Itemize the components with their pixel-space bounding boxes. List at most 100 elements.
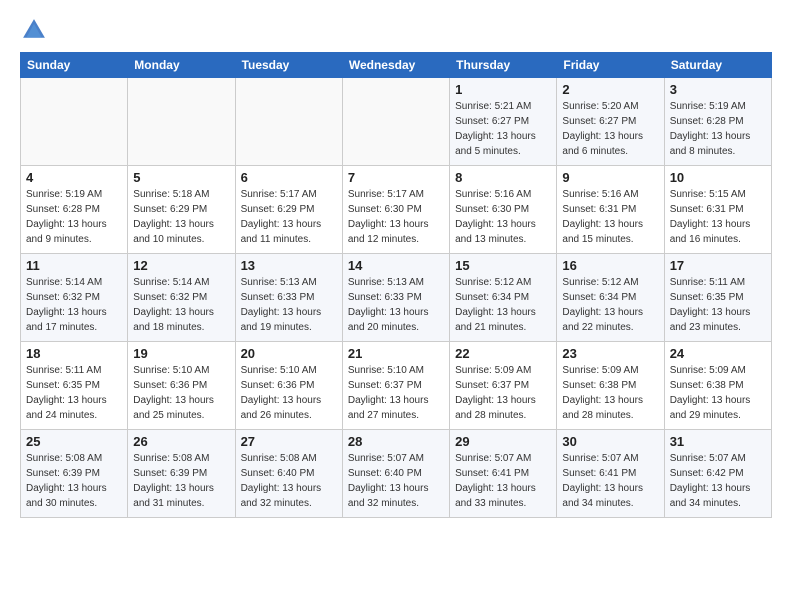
day-number: 10 (670, 170, 766, 185)
calendar-week-row: 25 Sunrise: 5:08 AMSunset: 6:39 PMDayligh… (21, 430, 772, 518)
day-detail: Sunrise: 5:07 AMSunset: 6:41 PMDaylight:… (455, 451, 551, 511)
day-number: 14 (348, 258, 444, 273)
calendar-cell: 12 Sunrise: 5:14 AMSunset: 6:32 PMDayligh… (128, 254, 235, 342)
day-number: 4 (26, 170, 122, 185)
calendar-cell: 14 Sunrise: 5:13 AMSunset: 6:33 PMDayligh… (342, 254, 449, 342)
day-detail: Sunrise: 5:19 AMSunset: 6:28 PMDaylight:… (26, 187, 122, 247)
header (20, 16, 772, 44)
day-number: 21 (348, 346, 444, 361)
calendar-cell: 7Sunrise: 5:17 AMSunset: 6:30 PMDaylight… (342, 166, 449, 254)
day-detail: Sunrise: 5:18 AMSunset: 6:29 PMDaylight:… (133, 187, 229, 247)
calendar-cell: 17 Sunrise: 5:11 AMSunset: 6:35 PMDayligh… (664, 254, 771, 342)
weekday-header-cell: Monday (128, 53, 235, 78)
calendar-cell: 25 Sunrise: 5:08 AMSunset: 6:39 PMDayligh… (21, 430, 128, 518)
day-detail: Sunrise: 5:17 AMSunset: 6:29 PMDaylight:… (241, 187, 337, 247)
day-detail: Sunrise: 5:16 AMSunset: 6:30 PMDaylight:… (455, 187, 551, 247)
calendar-body: 1 Sunrise: 5:21 AMSunset: 6:27 PMDaylight… (21, 78, 772, 518)
day-detail: Sunrise: 5:10 AMSunset: 6:36 PMDaylight:… (241, 363, 337, 423)
day-number: 30 (562, 434, 658, 449)
calendar-cell: 30 Sunrise: 5:07 AMSunset: 6:41 PMDayligh… (557, 430, 664, 518)
calendar-cell: 1 Sunrise: 5:21 AMSunset: 6:27 PMDaylight… (450, 78, 557, 166)
day-number: 11 (26, 258, 122, 273)
day-detail: Sunrise: 5:19 AMSunset: 6:28 PMDaylight:… (670, 99, 766, 159)
calendar-cell: 15 Sunrise: 5:12 AMSunset: 6:34 PMDayligh… (450, 254, 557, 342)
calendar-cell: 27Sunrise: 5:08 AMSunset: 6:40 PMDayligh… (235, 430, 342, 518)
calendar-cell: 24 Sunrise: 5:09 AMSunset: 6:38 PMDayligh… (664, 342, 771, 430)
day-number: 29 (455, 434, 551, 449)
day-detail: Sunrise: 5:21 AMSunset: 6:27 PMDaylight:… (455, 99, 551, 159)
weekday-header-cell: Tuesday (235, 53, 342, 78)
day-detail: Sunrise: 5:13 AMSunset: 6:33 PMDaylight:… (348, 275, 444, 335)
calendar-cell: 5 Sunrise: 5:18 AMSunset: 6:29 PMDaylight… (128, 166, 235, 254)
day-number: 6 (241, 170, 337, 185)
day-number: 22 (455, 346, 551, 361)
calendar-cell: 28Sunrise: 5:07 AMSunset: 6:40 PMDayligh… (342, 430, 449, 518)
day-number: 8 (455, 170, 551, 185)
calendar-cell: 19Sunrise: 5:10 AMSunset: 6:36 PMDayligh… (128, 342, 235, 430)
logo-icon (20, 16, 48, 44)
day-number: 1 (455, 82, 551, 97)
day-number: 12 (133, 258, 229, 273)
calendar-cell: 6 Sunrise: 5:17 AMSunset: 6:29 PMDaylight… (235, 166, 342, 254)
day-number: 26 (133, 434, 229, 449)
day-number: 18 (26, 346, 122, 361)
weekday-header-cell: Wednesday (342, 53, 449, 78)
day-number: 17 (670, 258, 766, 273)
day-number: 23 (562, 346, 658, 361)
calendar-cell: 29 Sunrise: 5:07 AMSunset: 6:41 PMDayligh… (450, 430, 557, 518)
calendar-cell: 31 Sunrise: 5:07 AMSunset: 6:42 PMDayligh… (664, 430, 771, 518)
day-detail: Sunrise: 5:07 AMSunset: 6:41 PMDaylight:… (562, 451, 658, 511)
weekday-header-cell: Thursday (450, 53, 557, 78)
calendar-cell: 20Sunrise: 5:10 AMSunset: 6:36 PMDayligh… (235, 342, 342, 430)
day-detail: Sunrise: 5:16 AMSunset: 6:31 PMDaylight:… (562, 187, 658, 247)
day-detail: Sunrise: 5:08 AMSunset: 6:39 PMDaylight:… (133, 451, 229, 511)
calendar-cell: 2Sunrise: 5:20 AMSunset: 6:27 PMDaylight… (557, 78, 664, 166)
calendar-cell: 22Sunrise: 5:09 AMSunset: 6:37 PMDayligh… (450, 342, 557, 430)
page: SundayMondayTuesdayWednesdayThursdayFrid… (0, 0, 792, 612)
day-detail: Sunrise: 5:09 AMSunset: 6:38 PMDaylight:… (562, 363, 658, 423)
calendar-week-row: 18 Sunrise: 5:11 AMSunset: 6:35 PMDayligh… (21, 342, 772, 430)
calendar-cell: 8 Sunrise: 5:16 AMSunset: 6:30 PMDaylight… (450, 166, 557, 254)
calendar-week-row: 1 Sunrise: 5:21 AMSunset: 6:27 PMDaylight… (21, 78, 772, 166)
day-detail: Sunrise: 5:09 AMSunset: 6:38 PMDaylight:… (670, 363, 766, 423)
day-number: 31 (670, 434, 766, 449)
weekday-header-cell: Saturday (664, 53, 771, 78)
weekday-header-cell: Sunday (21, 53, 128, 78)
day-number: 13 (241, 258, 337, 273)
calendar-cell: 18 Sunrise: 5:11 AMSunset: 6:35 PMDayligh… (21, 342, 128, 430)
calendar-cell (342, 78, 449, 166)
day-number: 19 (133, 346, 229, 361)
calendar-cell: 21Sunrise: 5:10 AMSunset: 6:37 PMDayligh… (342, 342, 449, 430)
day-detail: Sunrise: 5:12 AMSunset: 6:34 PMDaylight:… (562, 275, 658, 335)
calendar-week-row: 11 Sunrise: 5:14 AMSunset: 6:32 PMDayligh… (21, 254, 772, 342)
calendar-cell (235, 78, 342, 166)
day-number: 24 (670, 346, 766, 361)
calendar-week-row: 4 Sunrise: 5:19 AMSunset: 6:28 PMDaylight… (21, 166, 772, 254)
day-number: 9 (562, 170, 658, 185)
day-detail: Sunrise: 5:12 AMSunset: 6:34 PMDaylight:… (455, 275, 551, 335)
day-number: 16 (562, 258, 658, 273)
day-detail: Sunrise: 5:07 AMSunset: 6:40 PMDaylight:… (348, 451, 444, 511)
day-detail: Sunrise: 5:07 AMSunset: 6:42 PMDaylight:… (670, 451, 766, 511)
weekday-header: SundayMondayTuesdayWednesdayThursdayFrid… (21, 53, 772, 78)
calendar-cell: 3Sunrise: 5:19 AMSunset: 6:28 PMDaylight… (664, 78, 771, 166)
weekday-header-cell: Friday (557, 53, 664, 78)
calendar-cell (21, 78, 128, 166)
calendar-cell: 16 Sunrise: 5:12 AMSunset: 6:34 PMDayligh… (557, 254, 664, 342)
logo (20, 16, 52, 44)
day-number: 2 (562, 82, 658, 97)
day-number: 5 (133, 170, 229, 185)
day-detail: Sunrise: 5:08 AMSunset: 6:40 PMDaylight:… (241, 451, 337, 511)
day-number: 25 (26, 434, 122, 449)
day-detail: Sunrise: 5:15 AMSunset: 6:31 PMDaylight:… (670, 187, 766, 247)
calendar-cell: 13Sunrise: 5:13 AMSunset: 6:33 PMDayligh… (235, 254, 342, 342)
day-detail: Sunrise: 5:14 AMSunset: 6:32 PMDaylight:… (133, 275, 229, 335)
calendar-cell: 9 Sunrise: 5:16 AMSunset: 6:31 PMDaylight… (557, 166, 664, 254)
day-detail: Sunrise: 5:11 AMSunset: 6:35 PMDaylight:… (26, 363, 122, 423)
day-detail: Sunrise: 5:11 AMSunset: 6:35 PMDaylight:… (670, 275, 766, 335)
day-number: 15 (455, 258, 551, 273)
day-detail: Sunrise: 5:14 AMSunset: 6:32 PMDaylight:… (26, 275, 122, 335)
calendar-cell: 10 Sunrise: 5:15 AMSunset: 6:31 PMDayligh… (664, 166, 771, 254)
calendar-table: SundayMondayTuesdayWednesdayThursdayFrid… (20, 52, 772, 518)
day-detail: Sunrise: 5:08 AMSunset: 6:39 PMDaylight:… (26, 451, 122, 511)
